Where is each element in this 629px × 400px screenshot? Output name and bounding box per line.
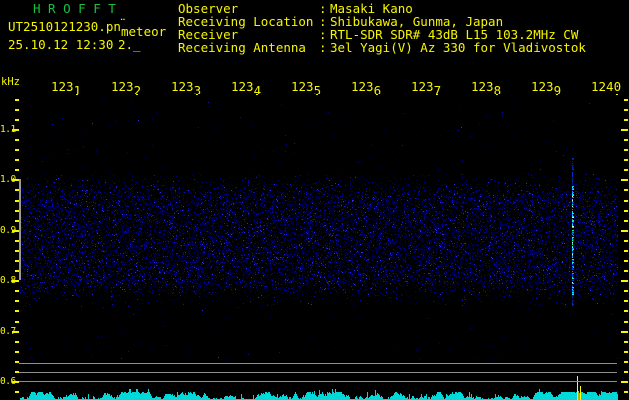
y-axis-tick-right <box>624 149 628 151</box>
y-axis-tick-right <box>624 371 628 373</box>
y-axis-tick-right <box>624 200 628 202</box>
x-axis-label: 1240 <box>591 80 622 94</box>
y-axis-tick-left <box>12 381 19 383</box>
x-axis-label: 1232 <box>111 80 142 94</box>
y-axis-tick-right <box>624 391 628 393</box>
level-grid-line <box>19 381 617 382</box>
app-title: H R O F F T <box>33 1 116 16</box>
y-axis-tick-right <box>621 179 628 181</box>
y-axis-tick-right <box>624 159 628 161</box>
station-info-table: Observer: Masaki Kano Receiving Location: S… <box>178 2 586 54</box>
mode-label: meteor <box>121 24 167 39</box>
x-axis-label: 1236 <box>351 80 382 94</box>
hrofft-frame: H R O F F T UT2510121230.pn ¨ meteor 25.… <box>0 0 629 400</box>
y-axis-tick-right <box>624 341 628 343</box>
y-axis-tick-right <box>624 250 628 252</box>
frame-datetime: 25.10.12 12:30 <box>8 37 114 52</box>
x-axis-label: 1233 <box>171 80 202 94</box>
y-axis-tick-right <box>624 169 628 171</box>
y-axis-tick-right <box>624 119 628 121</box>
y-axis-tick-right <box>624 260 628 262</box>
y-axis-tick-left <box>12 280 19 282</box>
y-axis-unit-label: kHz <box>1 76 20 88</box>
y-axis-tick-right <box>624 310 628 312</box>
y-axis-tick-right <box>624 270 628 272</box>
y-axis-tick-right <box>624 139 628 141</box>
count-band-marker-line <box>19 179 21 280</box>
y-axis-tick-right <box>624 189 628 191</box>
output-filename: UT2510121230.pn <box>8 19 121 34</box>
info-row: Receiving Antenna:3el Yagi(V) Az 330 for… <box>178 41 586 54</box>
y-axis-tick-right <box>621 331 628 333</box>
y-axis-tick-left <box>12 129 19 131</box>
echo-counter: 2._ <box>118 37 141 52</box>
x-axis-label: 1238 <box>471 80 502 94</box>
y-axis-tick-left <box>12 230 19 232</box>
y-axis-tick-left <box>12 179 19 181</box>
y-axis-tick-right <box>621 129 628 131</box>
y-axis-tick-right <box>624 210 628 212</box>
info-row-value: 3el Yagi(V) Az 330 for Vladivostok <box>330 40 586 55</box>
level-grid-line <box>19 372 617 373</box>
y-axis-tick-right <box>621 230 628 232</box>
y-axis-tick-right <box>621 280 628 282</box>
x-axis-label: 1239 <box>531 80 562 94</box>
y-axis-tick-right <box>624 240 628 242</box>
y-axis-tick-left <box>12 331 19 333</box>
info-row-colon: : <box>319 40 327 55</box>
level-grid-line <box>19 363 617 364</box>
y-axis-tick-right <box>624 361 628 363</box>
y-axis-tick-right <box>624 300 628 302</box>
y-axis-tick-right <box>624 99 628 101</box>
y-axis-tick-right <box>624 290 628 292</box>
y-axis-tick-right <box>621 381 628 383</box>
y-axis-tick-right <box>624 321 628 323</box>
x-axis-label: 1231 <box>51 80 82 94</box>
x-axis-label: 1234 <box>231 80 262 94</box>
info-row-label: Receiving Antenna <box>178 40 306 55</box>
x-axis-label: 1235 <box>291 80 322 94</box>
spectrogram-canvas <box>19 95 619 400</box>
x-axis-label: 1237 <box>411 80 442 94</box>
y-axis-tick-right <box>624 109 628 111</box>
y-axis-tick-right <box>624 220 628 222</box>
y-axis-tick-right <box>624 351 628 353</box>
